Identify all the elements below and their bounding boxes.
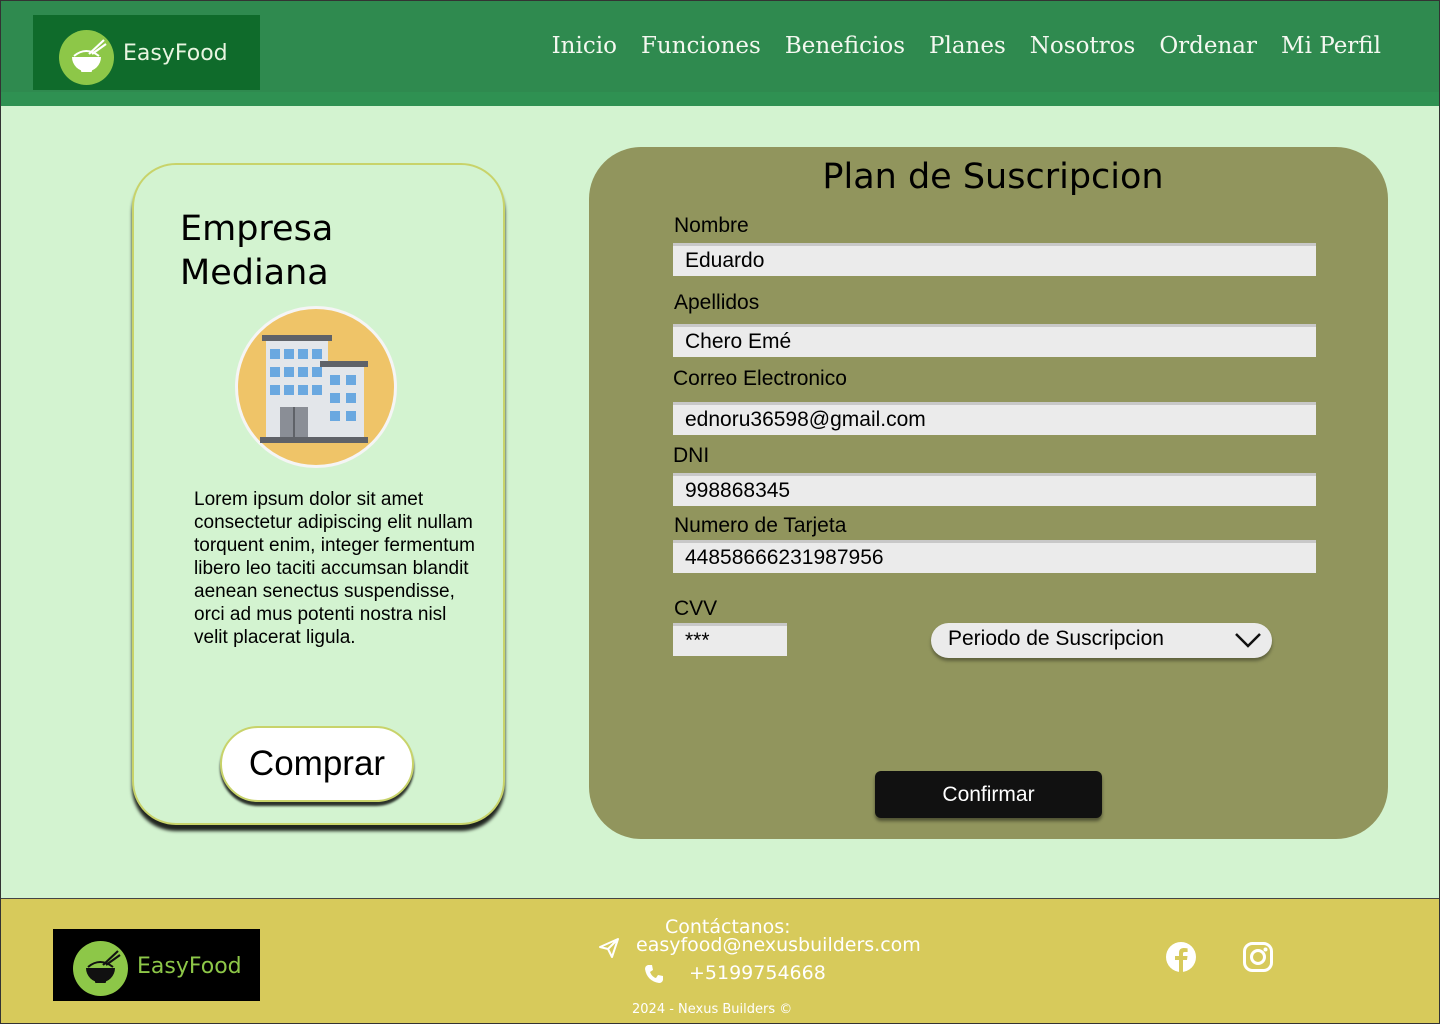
site-footer: EasyFood Contáctanos: easyfood@nexusbuil…	[1, 898, 1439, 1023]
period-select-label: Periodo de Suscripcion	[948, 627, 1164, 650]
email-field[interactable]	[673, 402, 1316, 435]
instagram-icon[interactable]	[1242, 941, 1274, 978]
chevron-down-icon	[1234, 631, 1262, 655]
phone-icon	[643, 963, 665, 990]
dni-field[interactable]	[673, 473, 1316, 506]
plan-description: Lorem ipsum dolor sit amet consectetur a…	[194, 489, 475, 648]
footer-logo[interactable]: EasyFood	[53, 929, 260, 1001]
nav-beneficios[interactable]: Beneficios	[785, 33, 905, 59]
cvv-label: CVV	[674, 597, 718, 620]
send-icon	[598, 937, 620, 964]
nombre-field[interactable]	[673, 243, 1316, 276]
apellidos-field[interactable]	[673, 324, 1316, 357]
bowl-icon	[73, 941, 128, 996]
nav-mi-perfil[interactable]: Mi Perfil	[1281, 33, 1381, 59]
dni-label: DNI	[673, 444, 710, 467]
period-select[interactable]: Periodo de Suscripcion	[931, 623, 1272, 658]
form-title: Plan de Suscripcion	[822, 157, 1164, 197]
subscription-form: Plan de Suscripcion Nombre Apellidos Cor…	[589, 147, 1388, 839]
nav-inicio[interactable]: Inicio	[552, 33, 617, 59]
buy-button[interactable]: Comprar	[220, 726, 414, 802]
nav-ordenar[interactable]: Ordenar	[1159, 33, 1257, 59]
cvv-field[interactable]	[673, 623, 787, 656]
contact-email-link[interactable]: easyfood@nexusbuilders.com	[636, 934, 921, 956]
nav-nosotros[interactable]: Nosotros	[1030, 33, 1136, 59]
contact-phone: +5199754668	[689, 962, 826, 984]
nav-funciones[interactable]: Funciones	[641, 33, 761, 59]
facebook-icon[interactable]	[1165, 941, 1197, 978]
site-header: EasyFood Inicio Funciones Beneficios Pla…	[1, 1, 1439, 106]
nombre-label: Nombre	[674, 214, 749, 237]
brand-logo[interactable]: EasyFood	[33, 15, 260, 90]
main-nav: Inicio Funciones Beneficios Planes Nosot…	[552, 33, 1381, 59]
confirm-button[interactable]: Confirmar	[875, 771, 1102, 818]
footer-brand-name: EasyFood	[137, 954, 242, 979]
bowl-icon	[59, 30, 114, 85]
correo-label: Correo Electronico	[673, 367, 847, 390]
plan-card: Empresa Mediana Lorem ipsum dolor sit am…	[132, 163, 505, 825]
nav-planes[interactable]: Planes	[929, 33, 1006, 59]
copyright: 2024 - Nexus Builders ©	[632, 1002, 793, 1017]
card-number-field[interactable]	[673, 540, 1316, 573]
building-icon	[235, 306, 397, 468]
plan-title: Empresa Mediana	[180, 209, 334, 293]
apellidos-label: Apellidos	[674, 291, 760, 314]
tarjeta-label: Numero de Tarjeta	[674, 514, 847, 537]
brand-name: EasyFood	[123, 41, 228, 66]
